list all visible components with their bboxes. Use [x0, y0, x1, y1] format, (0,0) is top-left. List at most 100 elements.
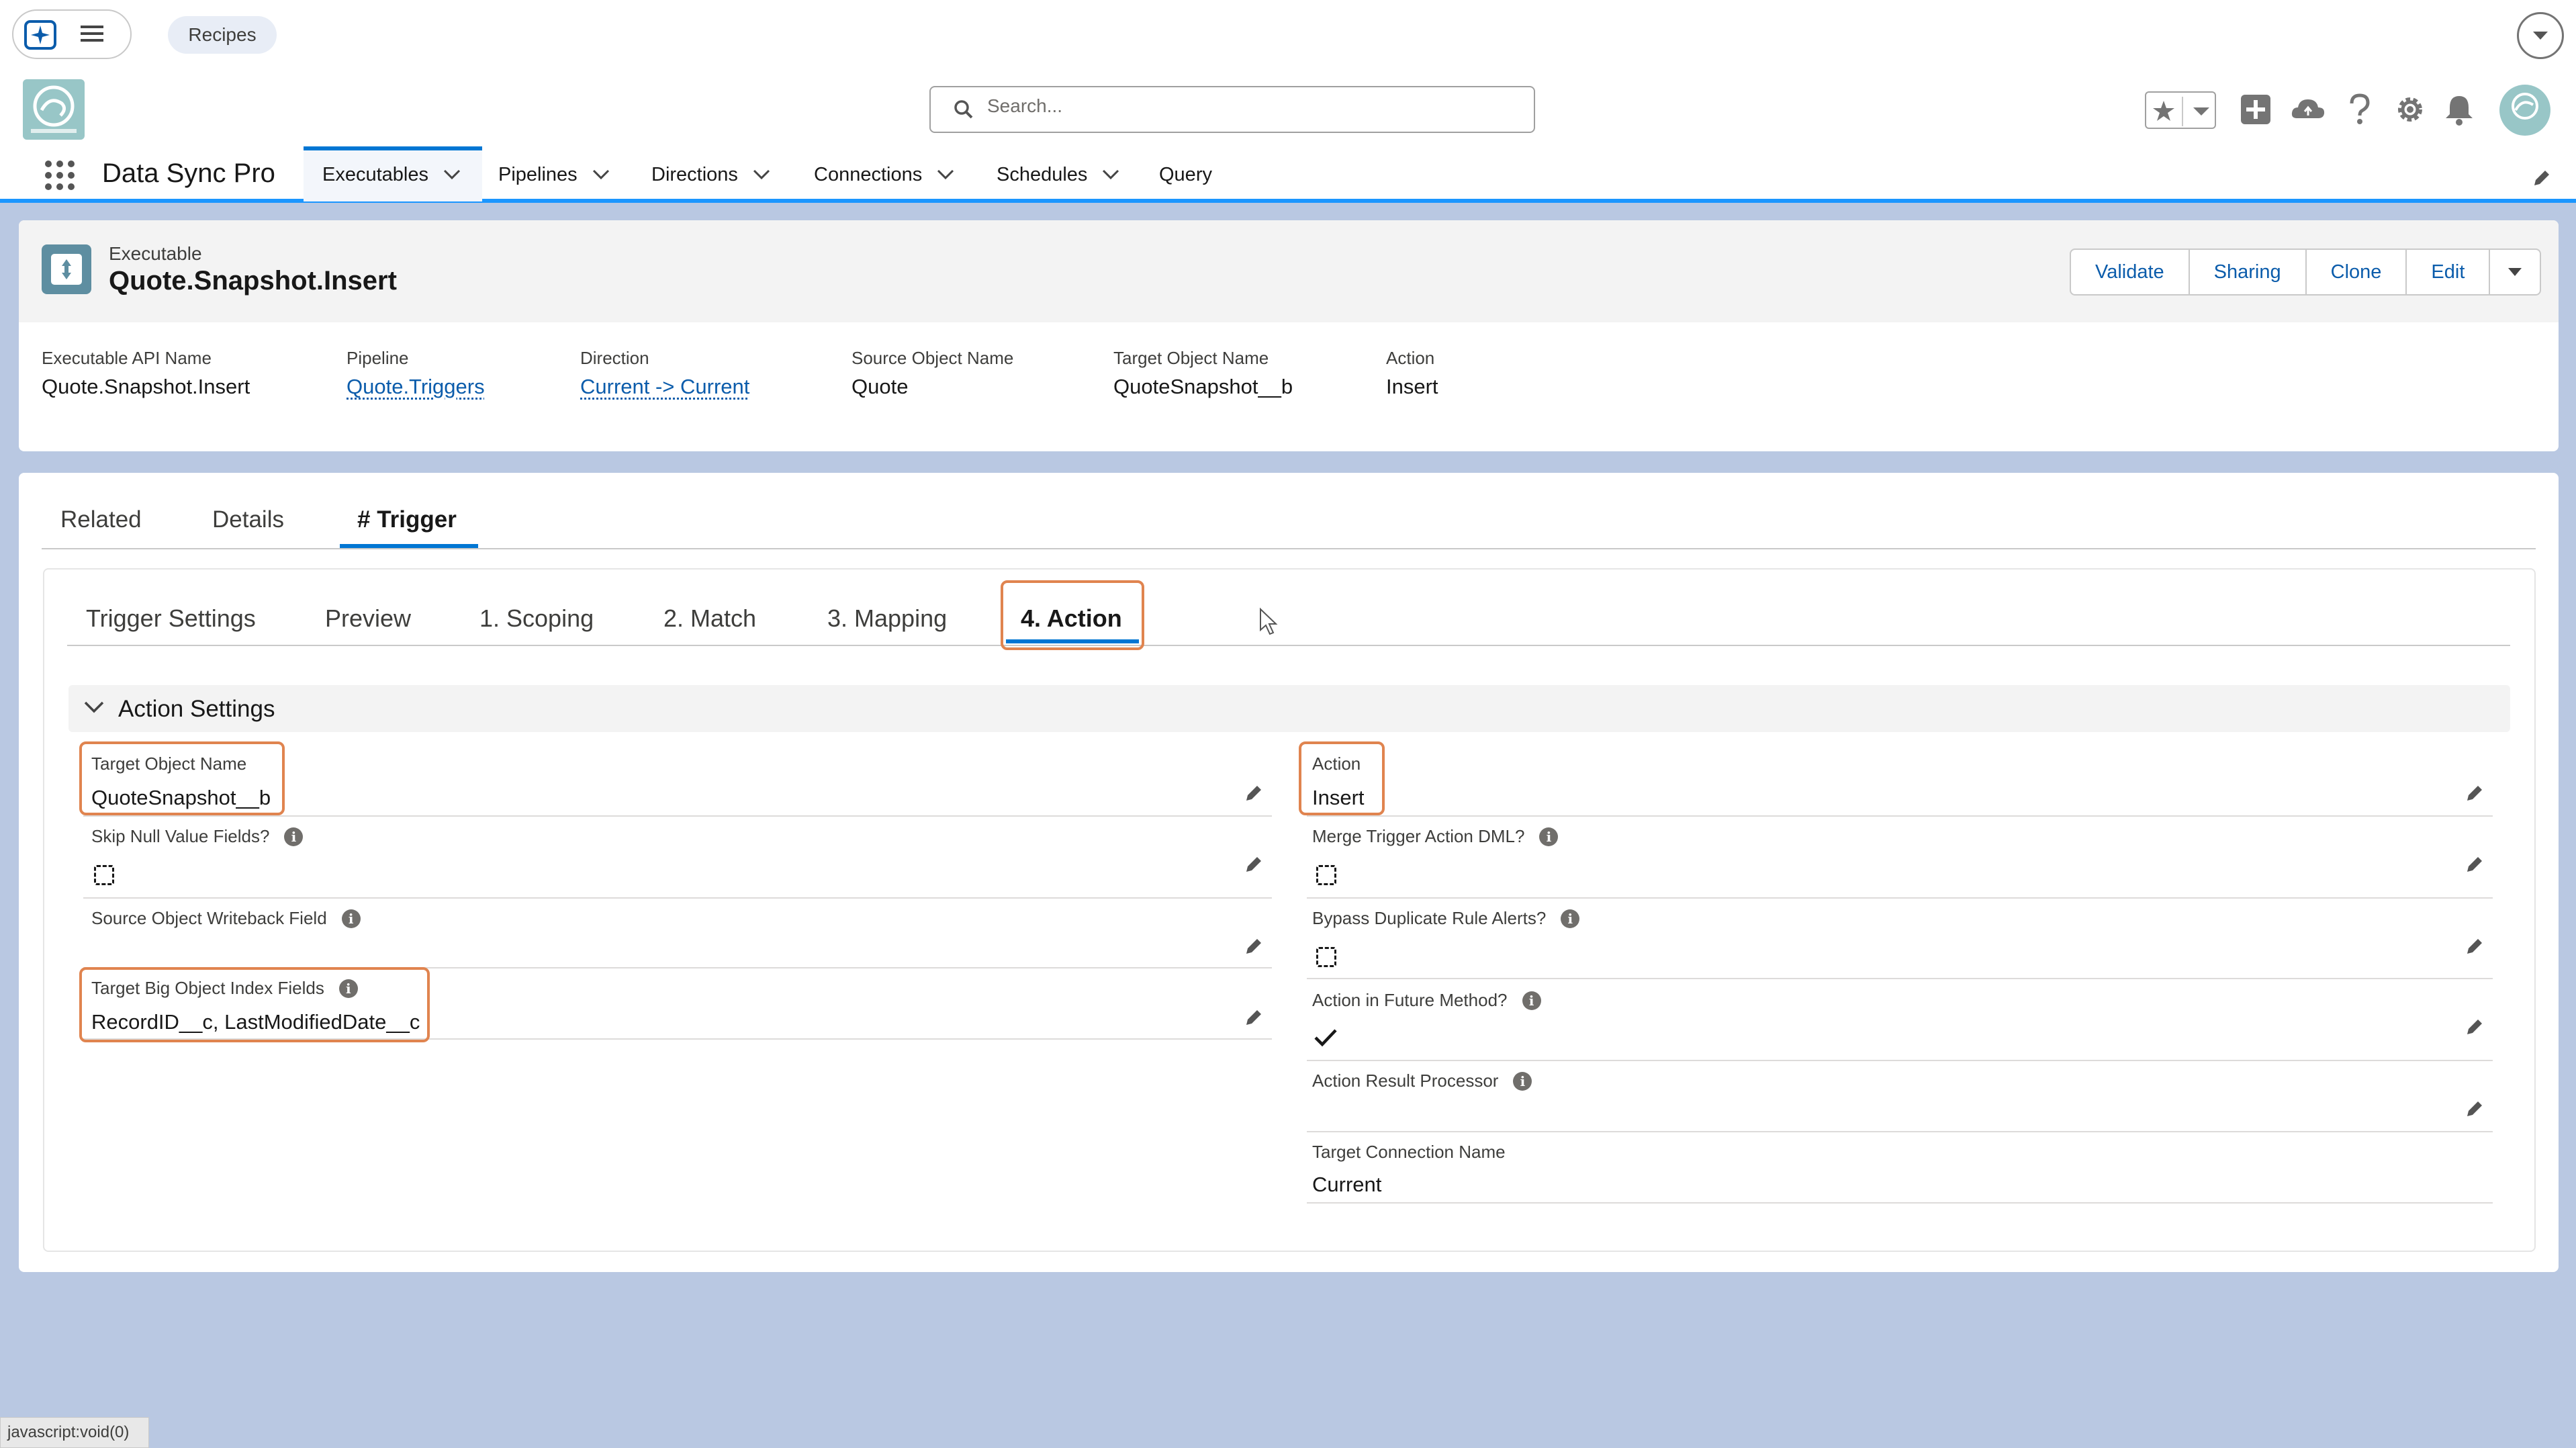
bypass-dup-checkbox[interactable]: [1316, 947, 1336, 967]
highlight-box-action-tab: [1001, 580, 1144, 650]
tab-related[interactable]: Related: [60, 506, 142, 533]
pencil-icon[interactable]: [2465, 1099, 2485, 1119]
waffle-icon[interactable]: [43, 159, 77, 192]
merge-dml-label: Merge Trigger Action DML? i: [1312, 826, 1559, 847]
highlight-label: Direction: [580, 348, 649, 368]
app-logo[interactable]: [23, 79, 85, 140]
pencil-icon[interactable]: [2465, 854, 2485, 874]
chevron-down-icon[interactable]: [2517, 12, 2564, 59]
field-divider: [83, 815, 1272, 817]
chevron-down-icon[interactable]: [443, 169, 461, 180]
subtab-mapping[interactable]: 3. Mapping: [827, 604, 947, 633]
skip-null-label-text: Skip Null Value Fields?: [91, 826, 270, 846]
highlight-value: QuoteSnapshot__b: [1113, 375, 1293, 398]
info-icon[interactable]: i: [341, 909, 361, 928]
merge-dml-checkbox[interactable]: [1316, 865, 1336, 885]
chevron-down-icon[interactable]: [83, 700, 105, 715]
highlight-label: Executable API Name: [42, 348, 212, 368]
skip-null-label: Skip Null Value Fields? i: [91, 826, 304, 847]
sharing-button[interactable]: Sharing: [2190, 250, 2307, 294]
chevron-down-icon[interactable]: [937, 169, 954, 180]
bypass-dup-label: Bypass Duplicate Rule Alerts? i: [1312, 908, 1580, 929]
clone-button[interactable]: Clone: [2307, 250, 2407, 294]
record-title: Quote.Snapshot.Insert: [109, 266, 397, 296]
pencil-icon[interactable]: [1244, 1007, 1264, 1028]
tab-details[interactable]: Details: [212, 506, 284, 533]
highlight-value: Insert: [1386, 375, 1438, 398]
highlight-label: Pipeline: [347, 348, 409, 368]
help-icon[interactable]: [2346, 93, 2373, 126]
trigger-panel: [43, 568, 2536, 1252]
info-icon[interactable]: i: [1561, 909, 1580, 928]
favorites-button[interactable]: [2145, 91, 2216, 129]
pencil-icon[interactable]: [1244, 936, 1264, 956]
chevron-down-icon[interactable]: [1102, 169, 1119, 180]
field-divider: [1307, 815, 2493, 817]
executable-record-icon: [42, 244, 91, 294]
nav-item-pipelines[interactable]: Pipelines: [498, 150, 610, 199]
nav-item-executables[interactable]: Executables: [322, 150, 461, 199]
pencil-icon[interactable]: [1244, 854, 1264, 874]
pencil-icon[interactable]: [2465, 1017, 2485, 1037]
chevron-down-icon[interactable]: [592, 169, 610, 180]
info-icon[interactable]: i: [284, 827, 304, 846]
validate-button[interactable]: Validate: [2071, 250, 2190, 294]
target-connection-value: Current: [1312, 1173, 1382, 1196]
field-divider: [1307, 897, 2493, 899]
pencil-icon[interactable]: [2532, 168, 2552, 188]
pencil-icon[interactable]: [2465, 783, 2485, 803]
subtab-match[interactable]: 2. Match: [663, 604, 756, 633]
nav-item-label: Query: [1159, 163, 1212, 185]
subtab-trigger-settings[interactable]: Trigger Settings: [86, 604, 256, 633]
cloud-icon[interactable]: [2290, 93, 2326, 126]
result-processor-label-text: Action Result Processor: [1312, 1071, 1499, 1091]
result-processor-label: Action Result Processor i: [1312, 1071, 1532, 1091]
subtab-scoping[interactable]: 1. Scoping: [479, 604, 594, 633]
pipeline-link[interactable]: Quote.Triggers: [347, 375, 485, 399]
info-icon[interactable]: i: [1513, 1071, 1532, 1091]
field-divider: [1307, 1060, 2493, 1061]
cursor-icon: [1258, 607, 1279, 637]
highlight-value: Quote: [852, 375, 909, 398]
nav-item-label: Pipelines: [498, 163, 578, 185]
bell-icon[interactable]: [2443, 93, 2475, 126]
pencil-icon[interactable]: [1244, 783, 1264, 803]
utility-bar: [0, 0, 2576, 70]
chevron-down-icon[interactable]: [753, 169, 770, 180]
info-icon[interactable]: i: [1539, 827, 1559, 846]
add-icon[interactable]: [2239, 93, 2272, 126]
merge-dml-label-text: Merge Trigger Action DML?: [1312, 826, 1525, 846]
bypass-dup-label-text: Bypass Duplicate Rule Alerts?: [1312, 908, 1547, 928]
highlight-value: Quote.Snapshot.Insert: [42, 375, 250, 398]
target-connection-label: Target Connection Name: [1312, 1142, 1506, 1162]
section-title: Action Settings: [118, 696, 275, 722]
tabs-divider: [42, 548, 2536, 549]
search-icon: [954, 99, 974, 120]
browser-status-bar: javascript:void(0): [0, 1417, 149, 1448]
edit-button[interactable]: Edit: [2407, 250, 2491, 294]
subtab-preview[interactable]: Preview: [325, 604, 411, 633]
sparkle-icon[interactable]: [24, 20, 56, 50]
avatar[interactable]: [2498, 83, 2552, 137]
highlight-box-target-object-name: [79, 741, 285, 815]
subtabs-divider: [67, 645, 2510, 646]
nav-item-schedules[interactable]: Schedules: [997, 150, 1119, 199]
field-divider: [1307, 1131, 2493, 1132]
nav-item-query[interactable]: Query: [1159, 150, 1212, 199]
more-actions-button[interactable]: [2490, 250, 2540, 294]
skip-null-checkbox[interactable]: [94, 865, 114, 885]
highlight-label: Target Object Name: [1113, 348, 1269, 368]
info-icon[interactable]: i: [1522, 991, 1541, 1010]
nav-item-label: Schedules: [997, 163, 1088, 185]
nav-item-directions[interactable]: Directions: [651, 150, 770, 199]
nav-item-connections[interactable]: Connections: [814, 150, 954, 199]
nav-item-label: Connections: [814, 163, 923, 185]
pencil-icon[interactable]: [2465, 936, 2485, 956]
menu-icon[interactable]: [79, 21, 105, 46]
nav-item-label: Directions: [651, 163, 738, 185]
gear-icon[interactable]: [2393, 93, 2427, 126]
direction-link[interactable]: Current -> Current: [580, 375, 749, 399]
tab-trigger[interactable]: # Trigger: [357, 506, 457, 533]
utility-tab-recipes[interactable]: Recipes: [168, 16, 277, 54]
action-settings-section[interactable]: [68, 685, 2510, 732]
